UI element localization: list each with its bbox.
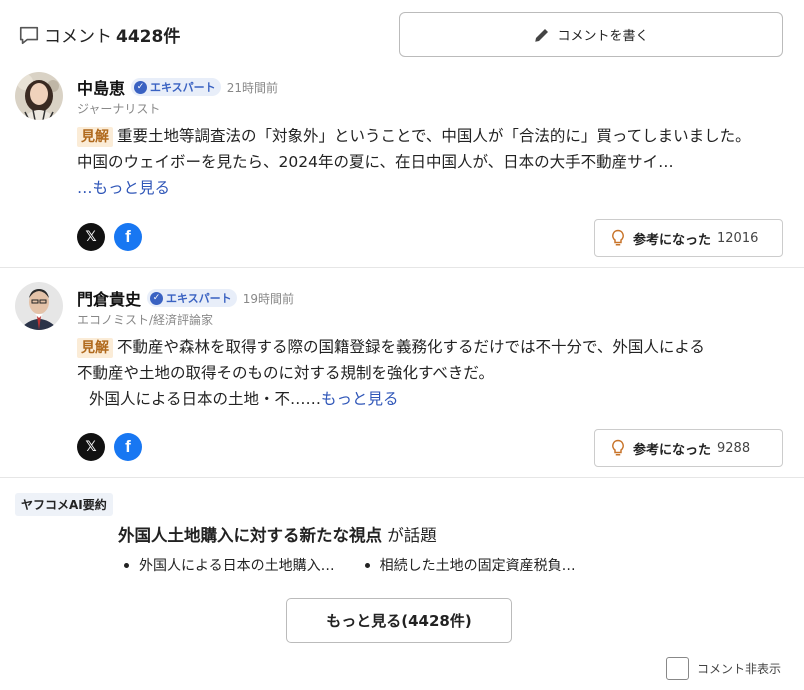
expert-badge: ✓ エキスパート xyxy=(131,78,221,96)
opinion-label: 見解 xyxy=(77,127,113,147)
hide-comments-toggle: コメント非表示 xyxy=(666,657,781,680)
ai-summary-point-text: 相続した土地の固定資産税負… xyxy=(379,558,576,574)
facebook-share-icon[interactable]: f xyxy=(114,433,142,461)
more-comments-button[interactable]: もっと見る(4428件) xyxy=(286,598,512,643)
comment-item: 中島恵 ✓ エキスパート 21時間前 ジャーナリスト 見解 重要土地等調査法の「対… xyxy=(0,68,804,268)
write-comment-button[interactable]: コメントを書く xyxy=(399,12,783,57)
share-buttons: 𝕏 f xyxy=(77,223,142,251)
ai-summary-topic: 外国人土地購入に対する新たな視点 xyxy=(118,526,382,545)
comment-count-value: 4428件 xyxy=(116,27,181,47)
avatar[interactable] xyxy=(15,72,63,120)
bullet-icon xyxy=(364,562,370,568)
avatar[interactable] xyxy=(15,282,63,330)
helpful-count: 12016 xyxy=(717,230,759,246)
comments-header: コメント 4428件 コメントを書く xyxy=(0,0,804,68)
comment-text-3: 外国人による日本の土地・不…… xyxy=(89,390,322,408)
pencil-icon xyxy=(535,28,549,42)
comment-body: 見解 重要土地等調査法の「対象外」ということで、中国人が「合法的に」買ってしまいま… xyxy=(77,123,789,201)
bullet-icon xyxy=(124,562,129,568)
author-row: 中島恵 ✓ エキスパート 21時間前 xyxy=(77,75,278,99)
comment-text-1: 重要土地等調査法の「対象外」ということで、中国人が「合法的に」買ってしまいました… xyxy=(117,127,751,145)
ai-summary-suffix: が話題 xyxy=(387,526,437,545)
ai-summary-point[interactable]: 相続した土地の固定資産税負… xyxy=(364,555,576,575)
x-share-icon[interactable]: 𝕏 xyxy=(77,433,105,461)
ai-summary-point-text: 外国人による日本の土地購入… xyxy=(139,558,335,574)
x-share-icon[interactable]: 𝕏 xyxy=(77,223,105,251)
author-role: エコノミスト/経済評論家 xyxy=(77,313,214,327)
helpful-button[interactable]: 参考になった 9288 xyxy=(594,429,783,467)
author-role: ジャーナリスト xyxy=(77,102,161,116)
read-more-link[interactable]: …もっと見る xyxy=(77,179,170,197)
write-comment-label: コメントを書く xyxy=(557,29,649,44)
helpful-label: 参考になった xyxy=(633,442,712,458)
helpful-label: 参考になった xyxy=(633,232,712,248)
comment-line-1: 見解 不動産や森林を取得する際の国籍登録を義務化するだけでは不十分で、外国人による xyxy=(77,334,789,360)
expert-badge: ✓ エキスパート xyxy=(147,289,237,307)
comment-count: コメント 4428件 xyxy=(18,22,180,47)
avatar-image xyxy=(15,72,63,120)
ai-summary-points: 外国人による日本の土地購入… 相続した土地の固定資産税負… xyxy=(124,555,606,575)
comment-line-1: 見解 重要土地等調査法の「対象外」ということで、中国人が「合法的に」買ってしまいま… xyxy=(77,123,789,149)
facebook-share-icon[interactable]: f xyxy=(114,223,142,251)
comment-text-2: 中国のウェイボーを見たら、2024年の夏に、在日中国人が、日本の大手不動産サイ… xyxy=(77,153,674,171)
avatar-image xyxy=(15,282,63,330)
comment-bubble-icon xyxy=(19,26,39,44)
comment-time: 21時間前 xyxy=(226,80,278,95)
ai-summary-title[interactable]: 外国人土地購入に対する新たな視点 が話題 xyxy=(118,522,437,546)
hide-comments-label: コメント非表示 xyxy=(697,662,782,676)
comment-body: 見解 不動産や森林を取得する際の国籍登録を義務化するだけでは不十分で、外国人による… xyxy=(77,334,789,412)
read-more-link[interactable]: もっと見る xyxy=(321,390,399,408)
expert-badge-label: エキスパート xyxy=(166,292,232,305)
author-name[interactable]: 中島恵 xyxy=(77,75,125,99)
lightbulb-icon xyxy=(612,229,624,246)
author-row: 門倉貴史 ✓ エキスパート 19時間前 xyxy=(77,286,294,310)
helpful-button[interactable]: 参考になった 12016 xyxy=(594,219,783,257)
comment-label: コメント xyxy=(44,27,112,47)
comment-line-3: 外国人による日本の土地・不……もっと見る xyxy=(77,386,789,412)
helpful-count: 9288 xyxy=(717,440,751,456)
check-icon: ✓ xyxy=(150,291,164,305)
comment-text-1: 不動産や森林を取得する際の国籍登録を義務化するだけでは不十分で、外国人による xyxy=(117,338,705,356)
comment-item: 門倉貴史 ✓ エキスパート 19時間前 エコノミスト/経済評論家 見解 不動産や森… xyxy=(0,268,804,478)
lightbulb-icon xyxy=(612,439,624,456)
comment-time: 19時間前 xyxy=(242,291,294,306)
opinion-label: 見解 xyxy=(77,338,113,358)
expert-badge-label: エキスパート xyxy=(150,81,216,94)
ai-summary-tag: ヤフコメAI要約 xyxy=(15,493,113,516)
author-name[interactable]: 門倉貴史 xyxy=(77,286,141,310)
hide-comments-checkbox[interactable] xyxy=(666,657,689,680)
ai-summary-point[interactable]: 外国人による日本の土地購入… xyxy=(124,555,335,575)
share-buttons: 𝕏 f xyxy=(77,433,142,461)
comment-text-2: 不動産や土地の取得そのものに対する規制を強化すべきだ。 xyxy=(77,364,494,382)
check-icon: ✓ xyxy=(134,80,148,94)
